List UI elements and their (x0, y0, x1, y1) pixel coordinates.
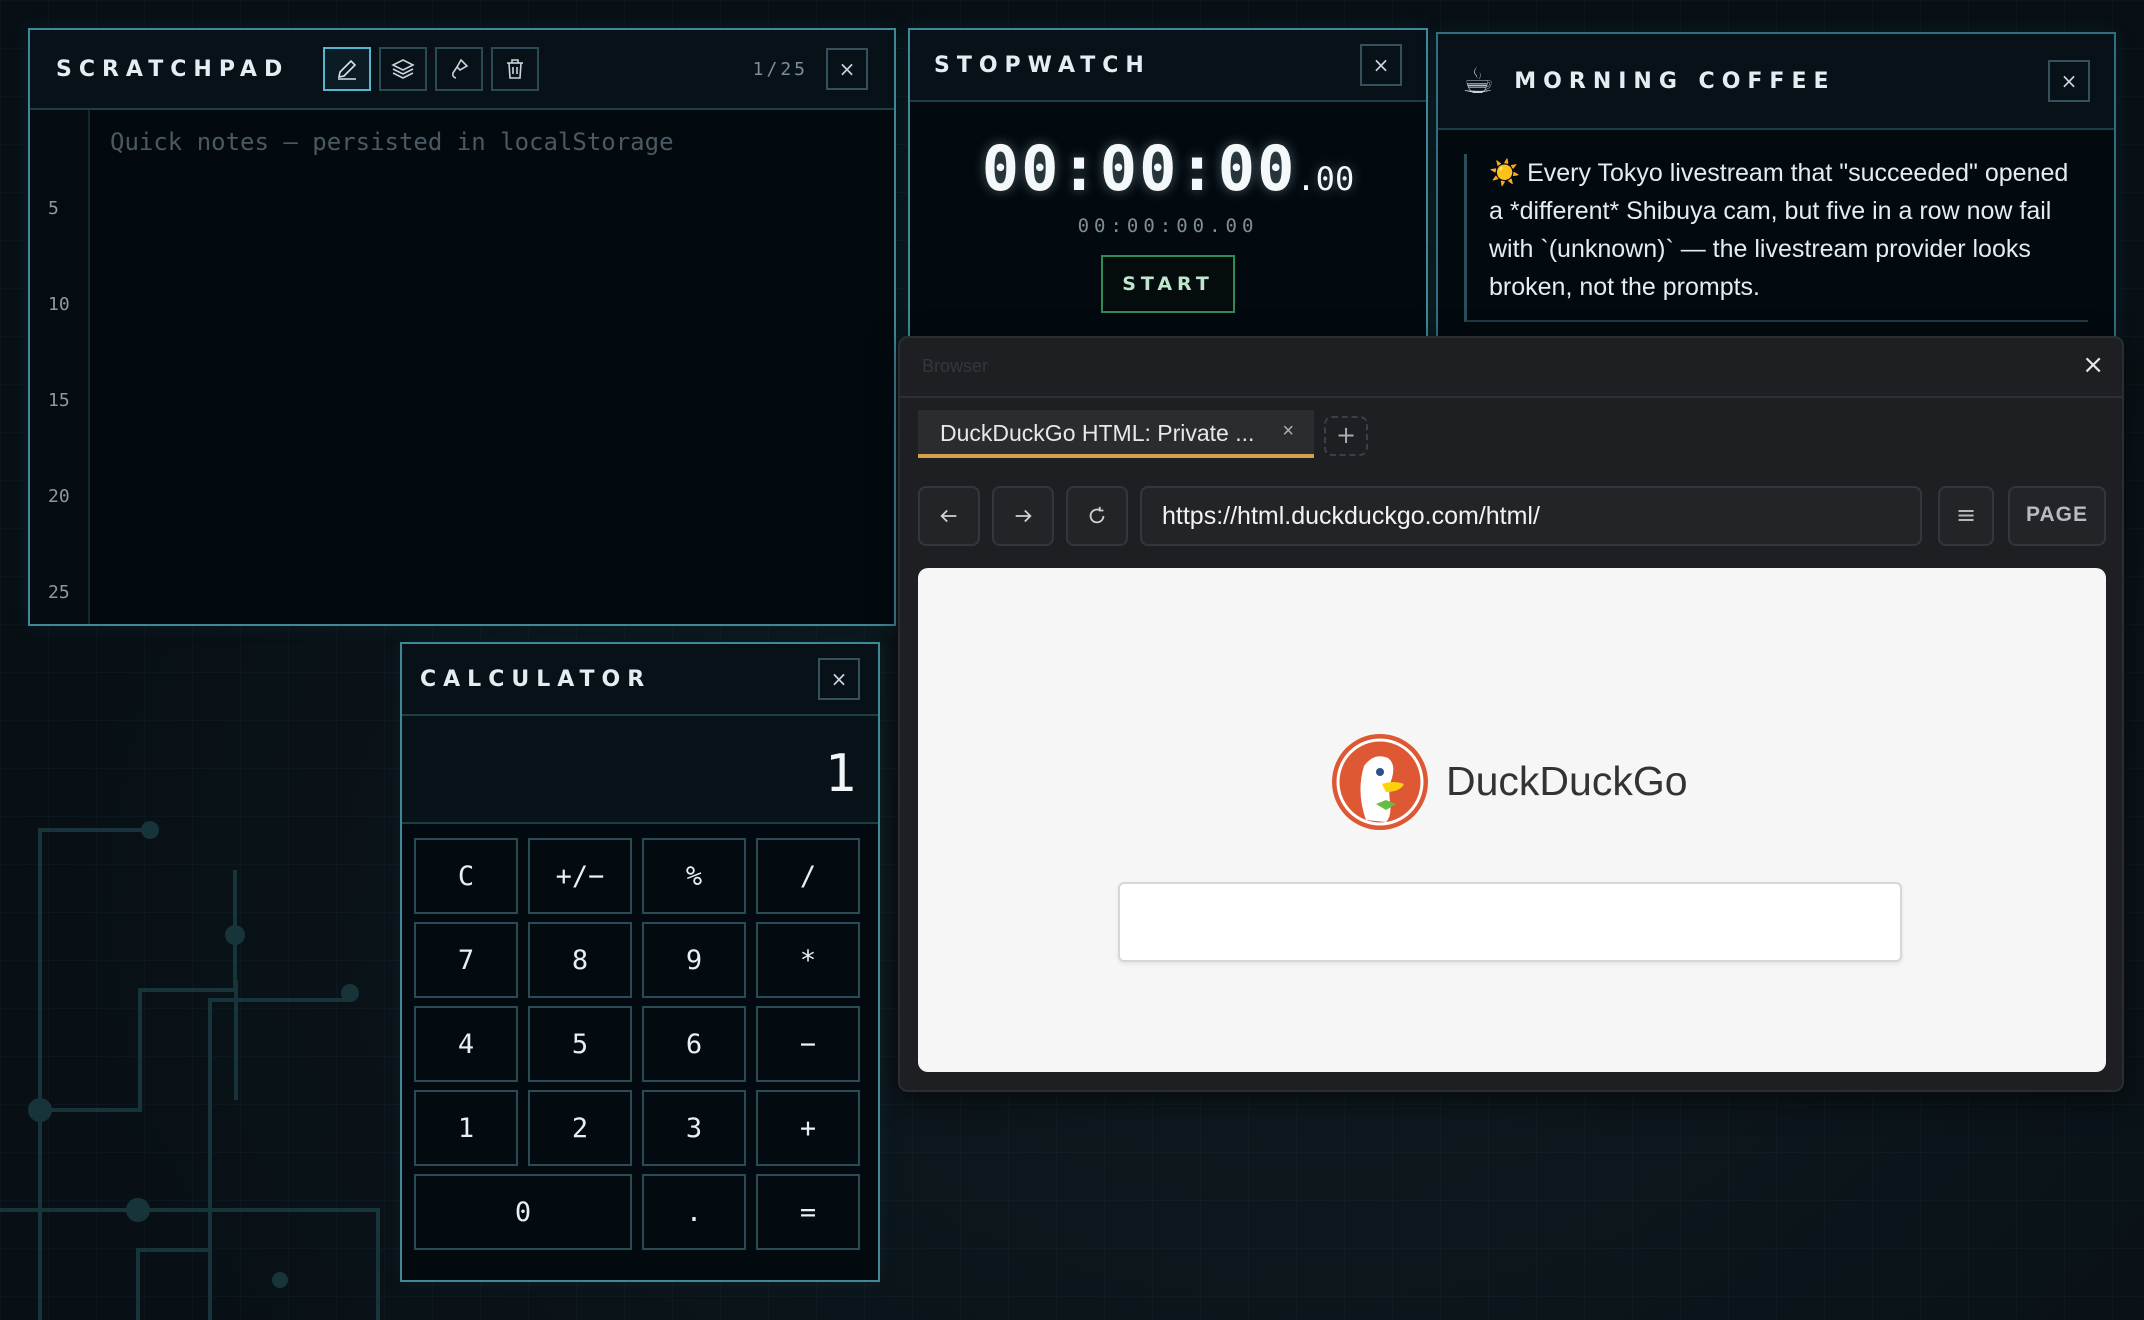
coffee-header: ☕ MORNING COFFEE × (1438, 34, 2114, 130)
browser-close-button[interactable]: × (2082, 350, 2104, 380)
key-6[interactable]: 6 (642, 1006, 746, 1082)
coffee-message: ☀️ Every Tokyo livestream that "succeede… (1464, 154, 2088, 322)
key-0[interactable]: 0 (414, 1174, 632, 1250)
key-2[interactable]: 2 (528, 1090, 632, 1166)
sun-icon: ☀️ (1489, 159, 1521, 187)
scratchpad-close-button[interactable]: × (826, 48, 868, 90)
tab-close-button[interactable]: × (1282, 420, 1294, 443)
key-equals[interactable]: = (756, 1174, 860, 1250)
page-viewport: DuckDuckGo (918, 568, 2106, 1072)
calculator-header: CALCULATOR × (402, 644, 878, 716)
key-7[interactable]: 7 (414, 922, 518, 998)
pencil-tool-button[interactable] (323, 47, 372, 91)
key-3[interactable]: 3 (642, 1090, 746, 1166)
morning-coffee-window: ☕ MORNING COFFEE × ☀️ Every Tokyo livest… (1436, 32, 2116, 344)
line-number: 20 (48, 486, 70, 507)
line-number: 25 (48, 582, 70, 603)
note-counter: 1/25 (752, 58, 808, 80)
key-divide[interactable]: / (756, 838, 860, 914)
scratchpad-editor[interactable]: Quick notes — persisted in localStorage (90, 110, 894, 624)
brush-icon (452, 58, 469, 79)
stopwatch-close-button[interactable]: × (1360, 44, 1402, 86)
coffee-cup-icon: ☕ (1462, 60, 1495, 102)
line-number: 5 (48, 198, 59, 219)
menu-button[interactable]: ≡ (1938, 486, 1994, 546)
calculator-display: 1 (402, 716, 878, 824)
tab-duckduckgo[interactable]: DuckDuckGo HTML: Private ... × (918, 410, 1314, 458)
calculator-keypad: C +/− % / 7 8 9 * 4 5 6 − 1 2 3 + 0 . = (402, 824, 878, 1264)
tab-strip: DuckDuckGo HTML: Private ... × + (900, 398, 2122, 468)
layers-icon (391, 59, 416, 79)
forward-button[interactable] (992, 486, 1054, 546)
pencil-icon (338, 59, 357, 80)
key-subtract[interactable]: − (756, 1006, 860, 1082)
page-button[interactable]: PAGE (2008, 486, 2106, 546)
start-button[interactable]: START (1101, 255, 1235, 313)
key-9[interactable]: 9 (642, 922, 746, 998)
stopwatch-title: STOPWATCH (934, 52, 1151, 78)
new-tab-button[interactable]: + (1324, 416, 1368, 456)
coffee-close-button[interactable]: × (2048, 60, 2090, 102)
calculator-window: CALCULATOR × 1 C +/− % / 7 8 9 * 4 5 6 −… (400, 642, 880, 1282)
stopwatch-display: 00:00:00.00 (910, 132, 1426, 205)
duckduckgo-wordmark: DuckDuckGo (1446, 758, 1688, 804)
reload-button[interactable] (1066, 486, 1128, 546)
reload-icon (1089, 506, 1105, 524)
stopwatch-header: STOPWATCH × (910, 30, 1426, 102)
scratchpad-window: SCRATCHPAD 1/25 × 5 10 15 20 25 Quick no… (28, 28, 896, 626)
back-button[interactable] (918, 486, 980, 546)
circuit-decoration (0, 821, 380, 1320)
coffee-title: MORNING COFFEE (1514, 68, 1836, 94)
navigation-bar: https://html.duckduckgo.com/html/ ≡ PAGE (918, 486, 2106, 548)
key-8[interactable]: 8 (528, 922, 632, 998)
duckduckgo-logo-icon (1332, 734, 1428, 830)
line-number: 10 (48, 294, 70, 315)
key-decimal[interactable]: . (642, 1174, 746, 1250)
scratchpad-header: SCRATCHPAD 1/25 × (30, 30, 894, 110)
line-number-gutter: 5 10 15 20 25 (30, 110, 90, 624)
brush-tool-button[interactable] (435, 47, 484, 91)
key-clear[interactable]: C (414, 838, 518, 914)
key-4[interactable]: 4 (414, 1006, 518, 1082)
browser-titlebar: Browser × (900, 338, 2122, 398)
key-multiply[interactable]: * (756, 922, 860, 998)
trash-icon (507, 59, 524, 79)
coffee-message-text: Every Tokyo livestream that "succeeded" … (1489, 159, 2069, 301)
key-5[interactable]: 5 (528, 1006, 632, 1082)
line-number: 15 (48, 390, 70, 411)
stopwatch-subtime: 00:00:00.00 (1077, 215, 1259, 237)
arrow-left-icon (940, 509, 957, 523)
layers-tool-button[interactable] (379, 47, 428, 91)
scratchpad-title: SCRATCHPAD (56, 56, 290, 82)
search-input[interactable] (1118, 882, 1902, 962)
calculator-close-button[interactable]: × (818, 658, 860, 700)
key-add[interactable]: + (756, 1090, 860, 1166)
calculator-title: CALCULATOR (420, 666, 652, 692)
key-percent[interactable]: % (642, 838, 746, 914)
browser-window-label: Browser (922, 356, 989, 376)
address-bar[interactable]: https://html.duckduckgo.com/html/ (1140, 486, 1922, 546)
arrow-right-icon (1015, 509, 1032, 523)
tab-title: DuckDuckGo HTML: Private ... (940, 420, 1255, 446)
key-negate[interactable]: +/− (528, 838, 632, 914)
clear-tool-button[interactable] (491, 47, 540, 91)
browser-window: Browser × DuckDuckGo HTML: Private ... ×… (898, 336, 2124, 1092)
stopwatch-time: 00:00:00 (981, 132, 1297, 205)
stopwatch-milliseconds: .00 (1296, 160, 1355, 198)
key-1[interactable]: 1 (414, 1090, 518, 1166)
